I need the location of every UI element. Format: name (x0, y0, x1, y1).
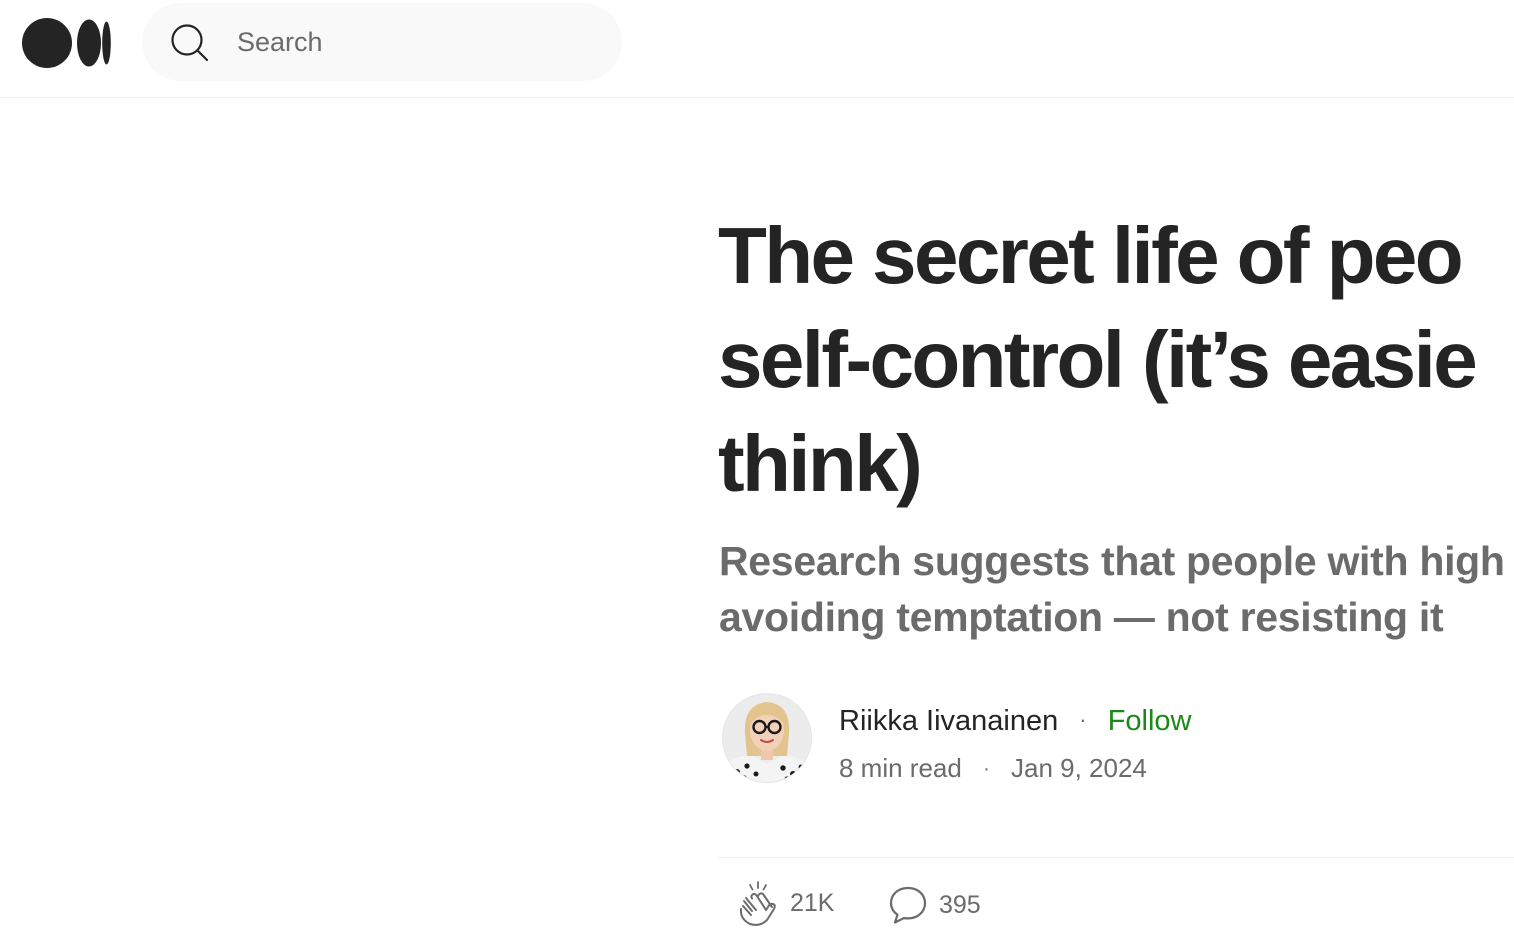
medium-logo-icon[interactable] (22, 18, 112, 68)
author-name[interactable]: Riikka Iivanainen (839, 705, 1058, 737)
article-subtitle-line: avoiding temptation — not resisting it (719, 594, 1444, 640)
article-subtitle: Research suggests that people with high … (719, 533, 1505, 645)
separator-dot: · (983, 758, 990, 780)
article-title-line: self-control (it’s easie (718, 315, 1478, 404)
comment-icon (887, 884, 929, 926)
follow-button[interactable]: Follow (1108, 705, 1192, 737)
author-avatar[interactable] (723, 694, 811, 782)
search-bar[interactable] (142, 3, 622, 81)
clap-icon (736, 879, 780, 927)
read-time: 8 min read (839, 753, 962, 783)
publish-date: Jan 9, 2024 (1010, 753, 1147, 783)
article-meta: 8 min read · Jan 9, 2024 (839, 749, 1147, 788)
action-bar-divider (718, 857, 1514, 858)
separator-dot: · (1079, 707, 1087, 732)
article-title-line: The secret life of peo (718, 211, 1464, 300)
article-title: The secret life of peo self-control (it’… (718, 204, 1514, 516)
article-title-line: think) (718, 419, 923, 508)
author-line: Riikka Iivanainen · Follow (839, 700, 1192, 741)
top-navigation-bar (0, 0, 1514, 98)
comment-count: 395 (939, 890, 981, 919)
search-icon (170, 23, 210, 63)
comments-button[interactable]: 395 (887, 880, 981, 930)
clap-button[interactable]: 21K (736, 878, 834, 928)
article-subtitle-line: Research suggests that people with high (719, 538, 1505, 584)
search-input[interactable] (237, 3, 597, 81)
clap-count: 21K (790, 888, 835, 917)
